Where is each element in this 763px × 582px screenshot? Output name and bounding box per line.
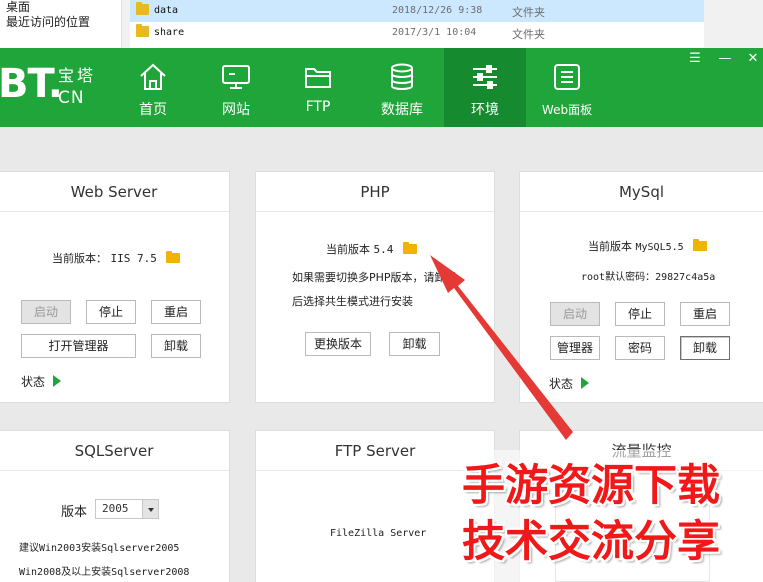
nav-label: 环境 [471,102,499,118]
explorer-window: 桌面 最近访问的位置 data 2018/12/26 9:38 文件夹 shar… [0,0,763,48]
database-icon [391,63,413,90]
nav-item-recent-places[interactable]: 最近访问的位置 [6,13,90,30]
php-hint-line2: 后选择共生模式进行安装 [292,295,413,308]
folder-icon [136,24,149,37]
folder-icon [305,68,331,88]
nav-web-panel[interactable]: Web面板 [526,48,608,127]
uninstall-button[interactable]: 卸载 [389,332,440,356]
card-title: FTP Server [256,431,494,471]
status-label: 状态 [549,377,574,391]
status-row: 状态 [549,375,590,392]
status-label: 状态 [21,375,46,389]
nav-environment[interactable]: 环境 [444,48,526,127]
nav-home[interactable]: 首页 [112,48,194,127]
folder-icon[interactable] [166,251,181,263]
nav-label: 数据库 [381,102,423,118]
version-value: MySQL5.5 [635,242,684,253]
folder-icon[interactable] [693,239,708,251]
explorer-file-list: data 2018/12/26 9:38 文件夹 share 2017/3/1 … [130,0,704,48]
sliders-icon [473,65,497,89]
folder-icon [136,2,149,15]
ftp-software: FileZilla Server [330,528,427,539]
file-date: 2018/12/26 9:38 [392,5,483,16]
logo-cn-top: 宝塔 [58,66,97,85]
logo-cn: 宝塔 CN [58,62,96,108]
play-icon [53,375,62,387]
card-title: SQLServer [0,431,229,471]
version-label: 当前版本 [588,240,632,253]
version-select-value: 2005 [102,502,129,515]
watermark-line1: 手游资源下载 [462,461,720,511]
sqlserver-version-label: 版本 [61,505,88,520]
file-row-data[interactable]: data 2018/12/26 9:38 文件夹 [130,0,704,22]
nav-website[interactable]: 网站 [195,48,277,127]
version-value: 5.4 [373,243,394,256]
sqlserver-hint-line2: Win2008及以上安装Sqlserver2008 [19,567,190,578]
nav-label: 网站 [222,102,250,118]
restart-button[interactable]: 重启 [151,300,201,324]
manager-button[interactable]: 管理器 [550,336,600,360]
password-button[interactable]: 密码 [615,336,665,360]
card-php: PHP 当前版本 5.4 如果需要切换多PHP版本，请卸载 后选择共生模式进行安… [255,171,495,403]
card-title: PHP [256,172,494,212]
card-sqlserver: SQLServer 版本 2005 建议Win2003安装Sqlserver20… [0,430,230,582]
status-row: 状态 [21,373,62,390]
nav-label: Web面板 [541,103,593,117]
watermark-line2: 技术交流分享 [462,517,720,567]
version-select[interactable]: 2005 [95,499,159,519]
nav-label: FTP [305,99,331,115]
file-date: 2017/3/1 10:04 [392,27,477,38]
stop-button[interactable]: 停止 [615,302,665,326]
menu-icon[interactable]: ☰ [688,52,702,66]
start-button[interactable]: 启动 [550,302,600,326]
php-version: 当前版本 5.4 [326,241,417,257]
folder-icon[interactable] [402,242,417,254]
version-value: IIS 7.5 [110,252,157,265]
root-password: root默认密码：29827c4a5a [581,272,716,283]
version-label: 当前版本： [52,252,107,265]
php-hint-line1: 如果需要切换多PHP版本，请卸载 [292,271,457,284]
file-type: 文件夹 [512,28,545,41]
logo-bt: BT. [0,61,63,107]
list-icon [554,64,580,90]
file-name: data [154,5,179,16]
open-manager-button[interactable]: 打开管理器 [21,334,136,358]
nav-ftp[interactable]: FTP [277,48,359,127]
file-type: 文件夹 [512,6,545,19]
home-icon [140,63,166,90]
nav-label: 首页 [139,102,167,118]
play-icon [581,377,590,389]
sqlserver-hint-line1: 建议Win2003安装Sqlserver2005 [19,543,180,554]
card-title: Web Server [0,172,229,212]
logo-cn-bottom: CN [58,88,85,108]
uninstall-button[interactable]: 卸载 [151,334,201,358]
card-mysql: MySql 当前版本 MySQL5.5 root默认密码：29827c4a5a … [519,171,763,403]
minimize-icon[interactable]: — [718,52,732,66]
change-version-button[interactable]: 更换版本 [305,332,371,356]
version-label: 当前版本 [326,243,370,256]
start-button[interactable]: 启动 [21,300,71,324]
uninstall-button[interactable]: 卸载 [680,336,730,360]
chevron-down-icon [142,500,158,518]
card-title: MySql [520,172,763,212]
nav-database[interactable]: 数据库 [361,48,443,127]
stop-button[interactable]: 停止 [86,300,136,324]
file-name: share [154,27,185,38]
web-version: 当前版本： IIS 7.5 [52,250,181,266]
file-row-share[interactable]: share 2017/3/1 10:04 文件夹 [130,22,704,44]
restart-button[interactable]: 重启 [680,302,730,326]
card-web-server: Web Server 当前版本： IIS 7.5 启动 停止 重启 打开管理器 … [0,171,230,403]
bt-header: BT. 宝塔 CN 首页 网站 FTP 数据库 环境 Web面板 ☰ — ✕ [0,48,763,127]
monitor-icon [222,65,250,89]
mysql-version: 当前版本 MySQL5.5 [588,238,708,254]
card-ftp-server: FTP Server FileZilla Server [255,430,495,582]
close-icon[interactable]: ✕ [746,52,760,66]
explorer-nav-pane: 桌面 最近访问的位置 [0,0,122,48]
